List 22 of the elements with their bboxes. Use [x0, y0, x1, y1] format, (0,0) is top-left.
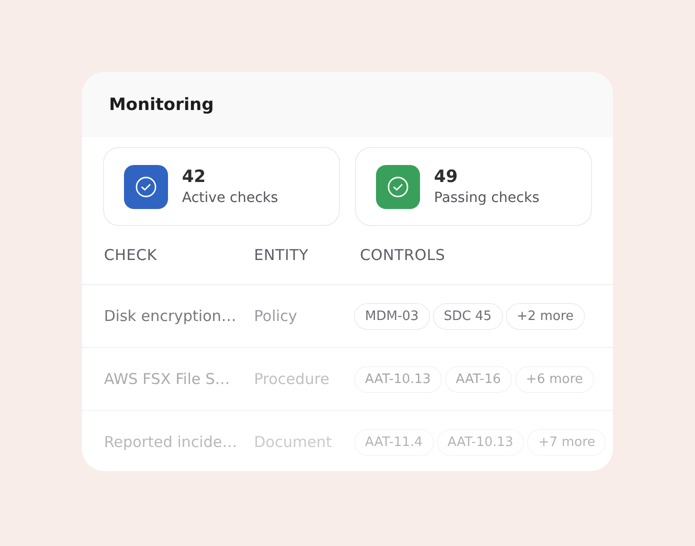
control-tag: SDC 45	[432, 302, 503, 330]
stat-value: 42	[182, 167, 207, 187]
control-tag: AAT-16	[444, 366, 512, 392]
column-header: CHECK	[103, 246, 158, 264]
column-header: ENTITY	[254, 246, 310, 264]
column-header: CONTROLS	[360, 246, 446, 264]
control-tag: AAT-10.13	[436, 428, 524, 456]
control-tag: AAT-11.4	[354, 428, 434, 456]
stat-value: 49	[434, 167, 459, 187]
entity-type: Policy	[254, 307, 298, 325]
control-tag: +2 more	[506, 302, 585, 330]
check-name: Disk encryption…	[103, 307, 238, 325]
card-title: Monitoring	[109, 94, 214, 114]
control-tag: +6 more	[514, 366, 594, 392]
stat-label: Passing checks	[434, 190, 540, 206]
control-tag: +7 more	[527, 428, 606, 456]
stat-label: Active checks	[182, 190, 278, 206]
check-name: AWS FSX File S…	[103, 370, 231, 388]
check-name: Reported incide…	[103, 433, 238, 451]
entity-type: Procedure	[254, 370, 330, 388]
control-tag: MDM-03	[354, 302, 430, 330]
control-tag: AAT-10.13	[354, 366, 442, 392]
